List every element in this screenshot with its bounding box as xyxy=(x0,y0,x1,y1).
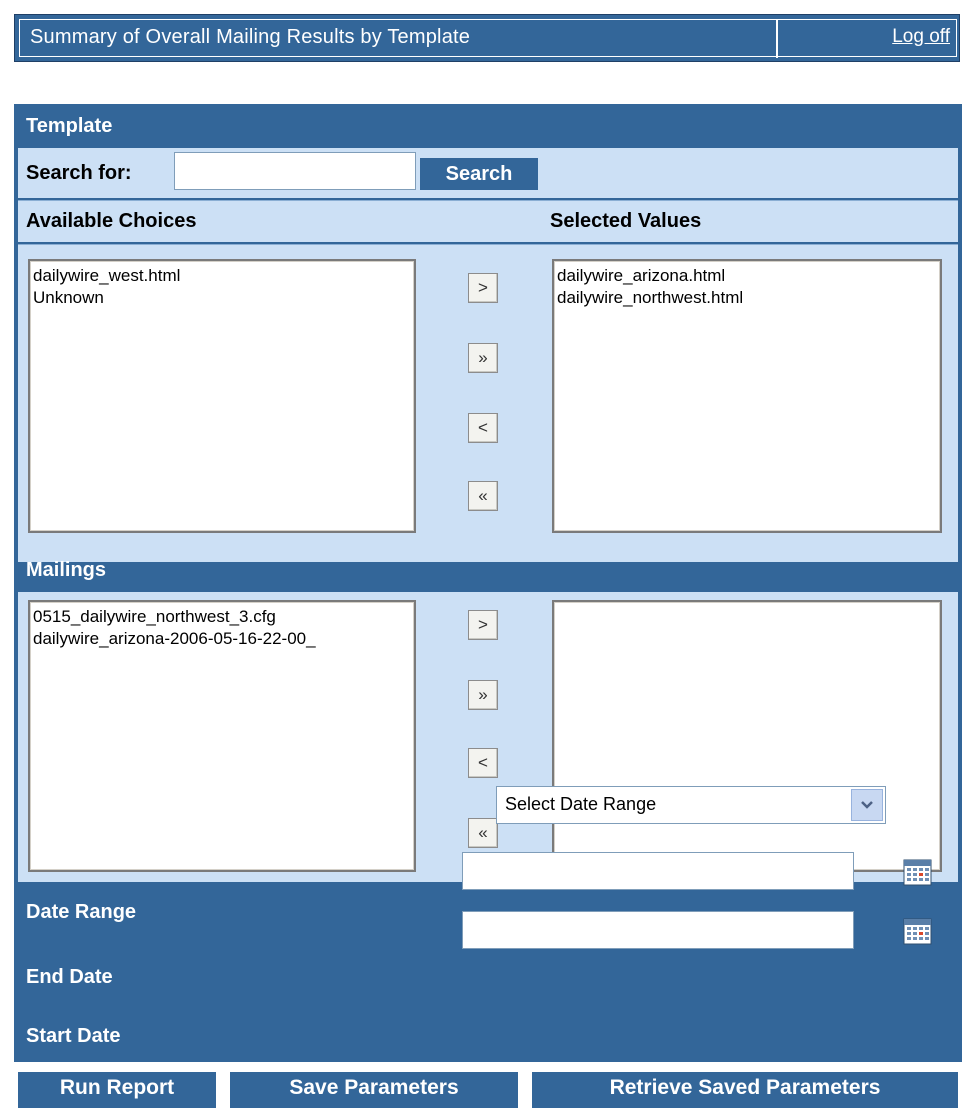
template-section-header: Template xyxy=(26,115,113,137)
start-date-calendar-icon[interactable] xyxy=(902,916,934,946)
mailings-add-all-button[interactable]: » xyxy=(468,680,498,710)
date-range-selected-value: Select Date Range xyxy=(505,794,657,814)
search-input[interactable] xyxy=(174,152,416,190)
date-range-label: Date Range xyxy=(26,901,137,923)
template-selected-listbox[interactable]: dailywire_arizona.html dailywire_northwe… xyxy=(552,259,942,533)
mailings-remove-all-button[interactable]: « xyxy=(468,818,498,848)
title-divider xyxy=(776,20,778,58)
chevron-down-icon[interactable] xyxy=(851,789,883,821)
selected-values-label: Selected Values xyxy=(550,210,702,232)
end-date-input[interactable] xyxy=(462,852,854,890)
title-bar-frame: Summary of Overall Mailing Results by Te… xyxy=(19,19,957,58)
start-date-label: Start Date xyxy=(26,1025,121,1047)
template-column-labels: Available Choices Selected Values xyxy=(18,200,958,242)
template-add-all-button[interactable]: » xyxy=(468,343,498,373)
search-label: Search for: xyxy=(26,162,132,184)
date-range-select[interactable]: Select Date Range xyxy=(496,786,886,824)
template-remove-all-button[interactable]: « xyxy=(468,481,498,511)
list-item[interactable]: dailywire_arizona-2006-05-16-22-00_ xyxy=(33,628,411,650)
list-item[interactable]: 0515_dailywire_northwest_3.cfg xyxy=(33,606,411,628)
save-parameters-button[interactable]: Save Parameters xyxy=(230,1072,518,1108)
page-title: Summary of Overall Mailing Results by Te… xyxy=(30,26,471,48)
list-item[interactable]: dailywire_northwest.html xyxy=(557,287,937,309)
run-report-button[interactable]: Run Report xyxy=(18,1072,216,1108)
start-date-input[interactable] xyxy=(462,911,854,949)
template-lists-area: dailywire_west.html Unknown > » < « dail… xyxy=(18,244,958,562)
list-item[interactable]: Unknown xyxy=(33,287,411,309)
mailings-lists-area: 0515_dailywire_northwest_3.cfg dailywire… xyxy=(18,592,958,882)
logoff-link[interactable]: Log off xyxy=(892,26,950,48)
end-date-calendar-icon[interactable] xyxy=(902,857,934,887)
list-item[interactable]: dailywire_west.html xyxy=(33,265,411,287)
search-row: Search for: Search xyxy=(18,148,958,198)
mailings-available-listbox[interactable]: 0515_dailywire_northwest_3.cfg dailywire… xyxy=(28,600,416,872)
mailings-remove-button[interactable]: < xyxy=(468,748,498,778)
template-add-button[interactable]: > xyxy=(468,273,498,303)
title-bar: Summary of Overall Mailing Results by Te… xyxy=(14,14,960,62)
mailings-section-header: Mailings xyxy=(26,559,107,581)
available-choices-label: Available Choices xyxy=(26,210,197,232)
list-item[interactable]: dailywire_arizona.html xyxy=(557,265,937,287)
mailings-selected-listbox[interactable] xyxy=(552,600,942,872)
end-date-label: End Date xyxy=(26,966,113,988)
retrieve-saved-parameters-button[interactable]: Retrieve Saved Parameters xyxy=(532,1072,958,1108)
mailings-add-button[interactable]: > xyxy=(468,610,498,640)
template-available-listbox[interactable]: dailywire_west.html Unknown xyxy=(28,259,416,533)
search-button[interactable]: Search xyxy=(420,158,538,190)
template-remove-button[interactable]: < xyxy=(468,413,498,443)
